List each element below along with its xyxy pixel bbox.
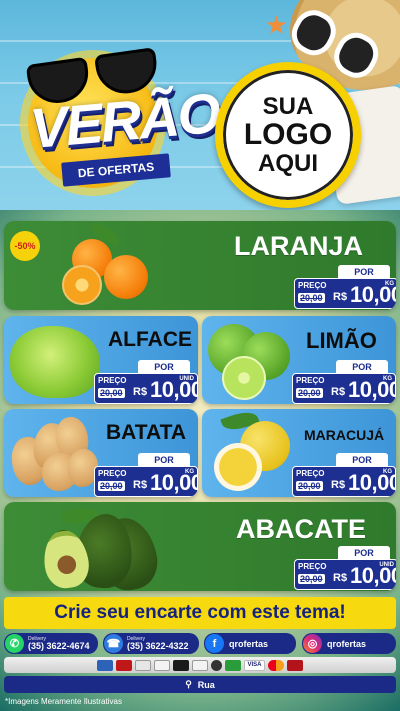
- old-price: 20,00: [98, 388, 125, 398]
- whatsapp-contact[interactable]: ✆ Delivery (35) 3622-4674: [4, 633, 98, 654]
- payment-card-icon: [225, 659, 242, 671]
- price-unit: KG: [383, 376, 392, 382]
- whatsapp-icon: ✆: [5, 634, 24, 653]
- product-card-maracuja[interactable]: MARACUJÁ POR PREÇO 20,00 R$ 10,00 KG: [202, 409, 396, 497]
- discount-badge: -50%: [10, 231, 40, 261]
- logo-placeholder[interactable]: SUA LOGO AQUI: [215, 62, 361, 208]
- currency: R$: [331, 479, 346, 491]
- address-bar[interactable]: ⚲ Rua: [4, 676, 396, 693]
- currency: R$: [133, 479, 148, 491]
- payment-card-icon: [154, 659, 171, 671]
- por-label: POR: [336, 453, 388, 467]
- header-banner: ★ VERÃO DE OFERTAS SUA LOGO AQUI: [0, 0, 400, 220]
- por-label: POR: [338, 546, 390, 560]
- instagram-icon: ◎: [303, 634, 322, 653]
- facebook-icon: f: [205, 634, 224, 653]
- price-tag: POR PREÇO 20,00 R$ 10,00 KG: [292, 360, 396, 404]
- product-name: LARANJA: [234, 231, 364, 261]
- price-unit: UNID: [179, 376, 194, 382]
- price-unit: KG: [383, 469, 392, 475]
- payment-card-icon: [211, 659, 223, 671]
- phone-contact[interactable]: ☎ Delivery (35) 3622-4322: [103, 633, 199, 654]
- preco-label: PREÇO: [298, 281, 327, 290]
- por-label: POR: [338, 265, 390, 279]
- old-price: 20,00: [298, 574, 325, 584]
- product-card-abacate[interactable]: ABACATE POR PREÇO 20,00 R$ 10,00 UNID: [4, 502, 396, 591]
- logo-line-1: SUA: [262, 93, 314, 121]
- product-card-limao[interactable]: LIMÃO POR PREÇO 20,00 R$ 10,00 KG: [202, 316, 396, 404]
- por-label: POR: [138, 360, 190, 374]
- address-text: Rua: [197, 679, 215, 690]
- contact-phone: (35) 3622-4322: [127, 640, 189, 651]
- payment-methods: VISA: [4, 657, 396, 673]
- payment-card-icon: [116, 659, 133, 671]
- disclaimer: *Imagens Meramente Ilustrativas: [5, 697, 122, 706]
- facebook-handle: qrofertas: [229, 638, 269, 649]
- price-tag: POR PREÇO 20,00 R$ 10,00 KG: [294, 265, 396, 309]
- currency: R$: [331, 386, 346, 398]
- instagram-contact[interactable]: ◎ qrofertas: [302, 633, 396, 654]
- payment-card-icon: [135, 659, 152, 671]
- contact-label: Delivery: [28, 635, 47, 642]
- preco-label: PREÇO: [98, 469, 127, 478]
- contacts-bar: ✆ Delivery (35) 3622-4674 ☎ Delivery (35…: [4, 633, 396, 654]
- price-tag: POR PREÇO 20,00 R$ 10,00 KG: [94, 453, 198, 497]
- por-label: POR: [138, 453, 190, 467]
- phone-icon: ☎: [104, 634, 123, 653]
- product-card-batata[interactable]: BATATA POR PREÇO 20,00 R$ 10,00 KG: [4, 409, 198, 497]
- payment-card-icon: [97, 659, 114, 671]
- payment-card-icon: [192, 659, 209, 671]
- payment-card-icon: [173, 659, 190, 671]
- product-name: ALFACE: [108, 328, 192, 351]
- contact-phone: (35) 3622-4674: [28, 640, 90, 651]
- logo-line-3: AQUI: [258, 149, 318, 177]
- currency: R$: [333, 572, 348, 584]
- instagram-handle: qrofertas: [327, 638, 367, 649]
- product-name: MARACUJÁ: [304, 427, 385, 443]
- facebook-contact[interactable]: f qrofertas: [204, 633, 296, 654]
- old-price: 20,00: [98, 481, 125, 491]
- product-card-alface[interactable]: ALFACE POR PREÇO 20,00 R$ 10,00 UNID: [4, 316, 198, 404]
- old-price: 20,00: [296, 388, 323, 398]
- price-tag: POR PREÇO 20,00 R$ 10,00 KG: [292, 453, 396, 497]
- old-price: 20,00: [296, 481, 323, 491]
- preco-label: PREÇO: [296, 469, 325, 478]
- cta-banner[interactable]: Crie seu encarte com este tema!: [4, 597, 396, 629]
- product-name: ABACATE: [236, 514, 366, 544]
- preco-label: PREÇO: [98, 376, 127, 385]
- preco-label: PREÇO: [296, 376, 325, 385]
- price-tag: POR PREÇO 20,00 R$ 10,00 UNID: [94, 360, 198, 404]
- currency: R$: [333, 291, 348, 303]
- location-pin-icon: ⚲: [185, 679, 192, 689]
- starfish-icon: ★: [264, 10, 288, 40]
- product-name: LIMÃO: [306, 328, 377, 353]
- product-card-laranja[interactable]: -50% LARANJA POR PREÇO 20,00 R$ 10,00 KG: [4, 221, 396, 310]
- por-label: POR: [336, 360, 388, 374]
- currency: R$: [133, 386, 148, 398]
- hipercard-icon: [286, 659, 303, 671]
- price-unit: UNID: [379, 562, 394, 568]
- mastercard-icon: [267, 659, 284, 671]
- old-price: 20,00: [298, 293, 325, 303]
- logo-line-2: LOGO: [243, 118, 333, 152]
- price-tag: POR PREÇO 20,00 R$ 10,00 UNID: [294, 546, 396, 590]
- product-name: BATATA: [106, 421, 187, 444]
- preco-label: PREÇO: [298, 562, 327, 571]
- price-unit: KG: [385, 281, 394, 287]
- price-unit: KG: [185, 469, 194, 475]
- visa-icon: VISA: [244, 659, 265, 671]
- contact-label: Delivery: [127, 635, 146, 642]
